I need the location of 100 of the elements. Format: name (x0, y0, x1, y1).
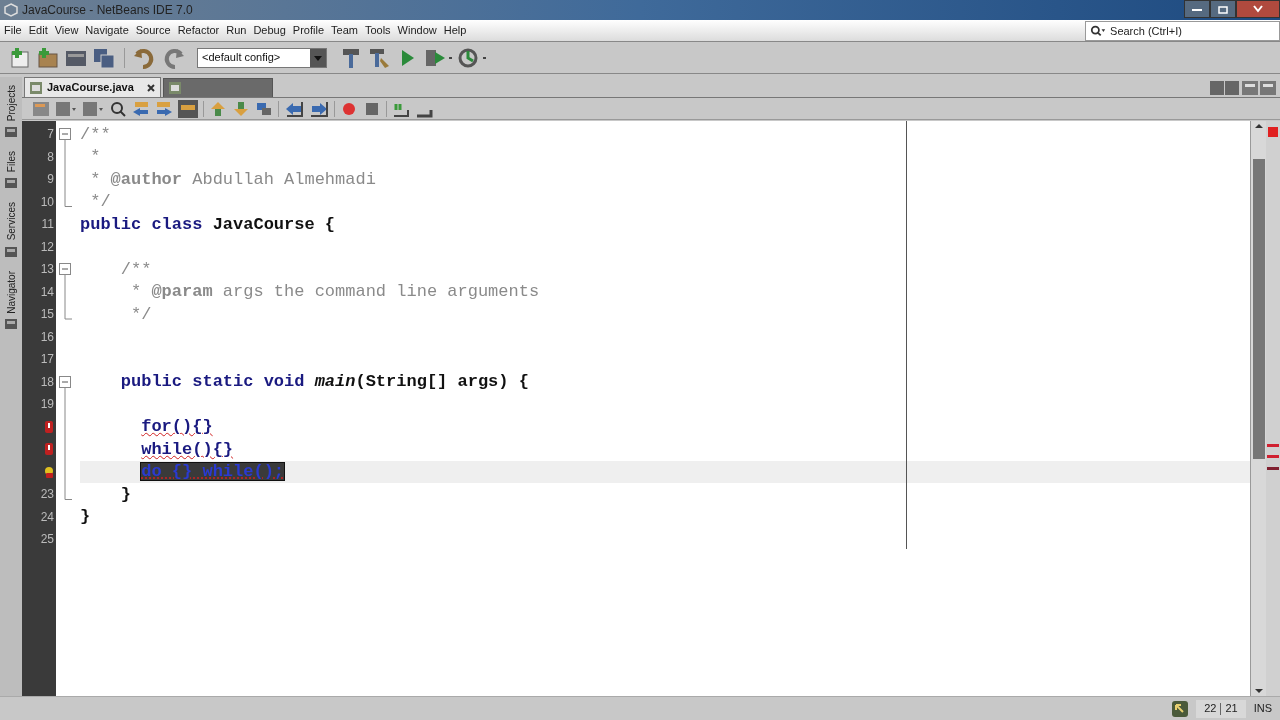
menu-item[interactable]: File (4, 22, 22, 39)
line-number: 16 (40, 328, 54, 346)
maximize-window-icon[interactable] (1260, 81, 1276, 95)
menu-item[interactable]: Navigate (85, 22, 129, 39)
panel-icon[interactable] (4, 176, 18, 191)
restore-icon (1218, 4, 1228, 14)
error-indicator-icon (1268, 127, 1278, 137)
code-text: while(){} (141, 440, 234, 458)
search-icon (1090, 23, 1107, 38)
line-number: 17 (40, 351, 54, 369)
menu-item[interactable]: Help (443, 22, 467, 39)
restore-button[interactable] (1210, 0, 1236, 18)
menu-item[interactable]: Profile (292, 22, 324, 39)
panel-icon[interactable] (4, 244, 18, 259)
previous-occurrence-icon[interactable] (132, 99, 150, 118)
shift-right-icon[interactable] (309, 99, 329, 118)
close-button[interactable] (1236, 0, 1280, 18)
side-tab[interactable]: Navigator (3, 270, 19, 314)
line-number: 24 (40, 508, 54, 526)
code-text: public class (80, 215, 203, 233)
side-tab[interactable]: Services (3, 202, 19, 241)
hint-icon[interactable] (44, 464, 54, 479)
menu-item[interactable]: Tools (364, 22, 391, 39)
fold-marker[interactable] (59, 128, 72, 208)
code-comment: * (131, 283, 143, 301)
toggle-highlight-icon[interactable] (178, 99, 198, 118)
code-text: JavaCourse { (212, 215, 336, 233)
new-file-icon[interactable] (8, 45, 32, 70)
fold-marker[interactable] (59, 263, 72, 320)
code-text: } (80, 508, 91, 526)
menu-item[interactable]: Refactor (177, 22, 220, 39)
restore-window-icon[interactable] (1242, 81, 1258, 95)
selected-code: do {} while(); (141, 463, 285, 481)
next-occurrence-icon[interactable] (155, 99, 173, 118)
line-number: 12 (40, 238, 54, 256)
side-tab[interactable]: Files (3, 151, 19, 173)
code-comment: * (90, 148, 101, 166)
line-number: 25 (40, 531, 54, 549)
shift-left-icon[interactable] (284, 99, 304, 118)
menu-item[interactable]: Debug (253, 22, 286, 39)
code-comment: Abdullah Almehmadi (192, 170, 376, 188)
shift-up-icon[interactable] (209, 99, 227, 118)
line-number: 9 (47, 171, 54, 189)
new-project-icon[interactable] (36, 45, 60, 70)
minimize-button[interactable] (1184, 0, 1210, 18)
error-icon[interactable] (44, 419, 54, 434)
column-number: 21 (1225, 701, 1238, 717)
window-title: JavaCourse - NetBeans IDE 7.0 (22, 2, 193, 19)
code-text: } (120, 485, 131, 503)
scroll-thumb[interactable] (1252, 158, 1265, 459)
code-text: (String[] args) { (355, 373, 529, 391)
line-number: 23 (40, 486, 54, 504)
line-number: 22 (1204, 701, 1217, 717)
fold-marker[interactable] (59, 375, 72, 500)
close-tab-icon[interactable] (145, 82, 156, 93)
find-icon[interactable] (109, 99, 127, 118)
code-comment: */ (90, 193, 111, 211)
error-stripe-marks-icon (1267, 442, 1279, 472)
line-number: 10 (40, 193, 54, 211)
menu-item[interactable]: Team (331, 22, 358, 39)
code-comment: * (90, 170, 102, 188)
code-comment: */ (131, 305, 152, 323)
shift-down-icon[interactable] (232, 99, 250, 118)
code-text: main (314, 373, 356, 391)
line-number: 14 (40, 283, 54, 301)
line-number: 13 (40, 261, 54, 279)
vertical-scrollbar[interactable] (1250, 121, 1266, 696)
code-text: public static void (120, 373, 306, 391)
line-number: 8 (47, 148, 54, 166)
editor-tab[interactable]: JavaCourse.java (24, 77, 161, 97)
line-number: 15 (40, 306, 54, 324)
java-file-icon (29, 80, 43, 95)
code-comment: /** (80, 125, 111, 143)
line-number: 7 (47, 126, 54, 144)
search-field[interactable]: Search (Ctrl+I) (1110, 21, 1275, 40)
panel-icon[interactable] (4, 317, 18, 332)
menu-item[interactable]: View (54, 22, 79, 39)
scroll-up-icon[interactable] (1253, 121, 1264, 131)
editor-tab[interactable] (162, 78, 273, 97)
code-comment: @param (151, 283, 213, 301)
error-icon[interactable] (44, 442, 54, 457)
code-comment: args the command line arguments (222, 283, 540, 301)
java-file-icon (167, 81, 182, 95)
minimize-icon (1192, 7, 1202, 11)
menu-item[interactable]: Run (226, 22, 247, 39)
tab-list-icon[interactable] (1210, 81, 1240, 95)
notification-icon[interactable] (1172, 700, 1189, 717)
panel-icon[interactable] (4, 125, 18, 140)
code-comment: @author (110, 170, 183, 188)
menu-item[interactable]: Source (135, 22, 171, 39)
side-tab[interactable]: Projects (3, 85, 19, 122)
search-box[interactable]: Search (Ctrl+I) (1085, 20, 1280, 41)
menu-item[interactable]: Window (397, 22, 437, 39)
line-number: 11 (41, 216, 54, 234)
line-number: 19 (40, 396, 54, 414)
line-number: 18 (40, 373, 54, 391)
close-icon (1253, 5, 1263, 13)
config-dropdown[interactable]: <default config> (197, 47, 327, 68)
menu-item[interactable]: Edit (28, 22, 48, 39)
app-icon (4, 3, 18, 17)
